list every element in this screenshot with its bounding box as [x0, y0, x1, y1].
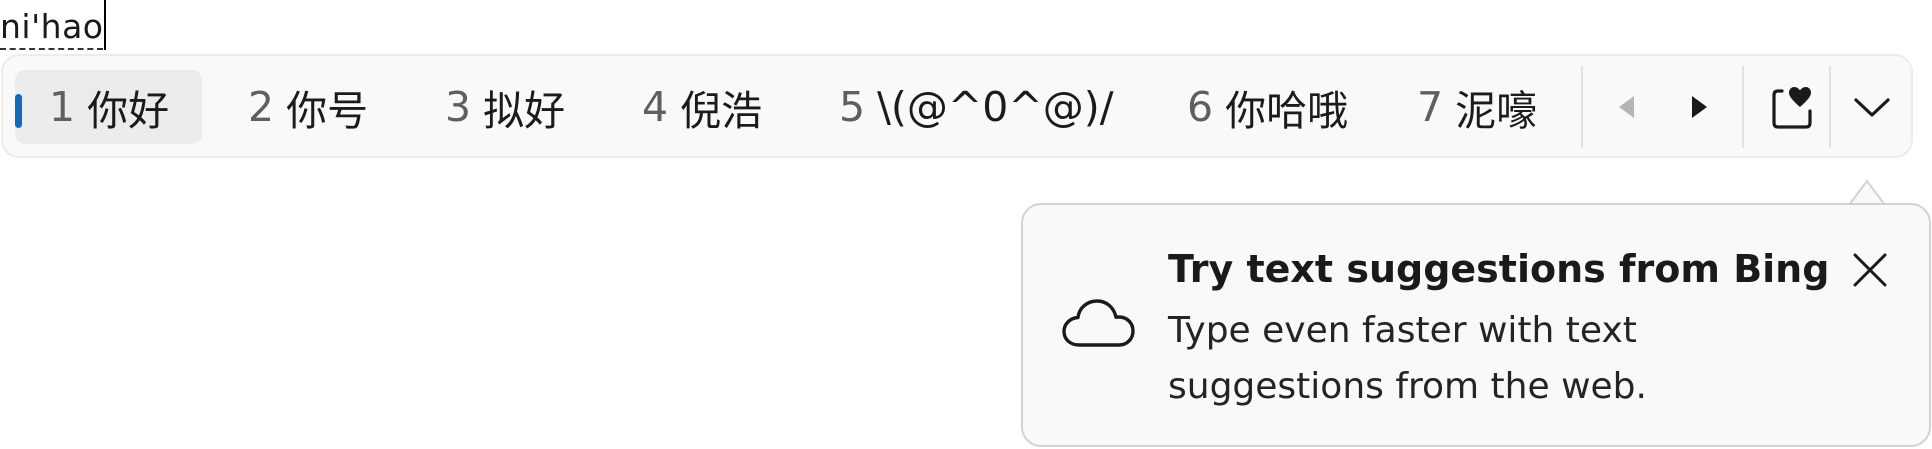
composition-string: ni'hao — [0, 0, 107, 50]
divider — [1742, 66, 1744, 148]
suggestion-flyout: Try text suggestions from Bing Type even… — [1021, 203, 1931, 447]
triangle-left-icon — [1619, 96, 1634, 118]
flyout-beak — [1849, 179, 1885, 205]
flyout-description: Type even faster with text suggestions f… — [1168, 310, 1647, 407]
candidate-number: 2 — [248, 83, 275, 131]
candidate-text: 拟好 — [483, 87, 566, 135]
divider — [1829, 66, 1831, 148]
candidate-number: 4 — [642, 83, 669, 131]
candidate-window: 1 你好 2 你号 3 拟好 4 倪浩 5 \(@^0^@)/ 6 你哈哦 7 … — [1, 54, 1913, 158]
flyout-title: Try text suggestions from Bing — [1168, 247, 1830, 291]
expand-button[interactable] — [1839, 70, 1905, 144]
candidate-text: 泥嚎 — [1455, 87, 1538, 135]
close-icon — [1853, 253, 1887, 287]
candidate-6[interactable]: 6 你哈哦 — [1153, 70, 1373, 144]
candidate-4[interactable]: 4 倪浩 — [608, 70, 793, 144]
candidate-5[interactable]: 5 \(@^0^@)/ — [805, 70, 1135, 144]
cloud-icon — [1062, 299, 1135, 347]
selection-indicator — [15, 94, 22, 128]
candidate-text: \(@^0^@)/ — [877, 83, 1114, 131]
candidate-3[interactable]: 3 拟好 — [411, 70, 596, 144]
candidate-text: 你哈哦 — [1225, 87, 1349, 135]
candidate-text: 你号 — [286, 87, 369, 135]
divider — [1581, 66, 1583, 148]
previous-page-button[interactable] — [1599, 70, 1655, 144]
next-page-button[interactable] — [1671, 70, 1727, 144]
chevron-down-icon — [1854, 98, 1890, 117]
candidate-text: 倪浩 — [680, 87, 763, 135]
candidate-number: 5 — [839, 83, 866, 131]
emoji-button[interactable] — [1755, 70, 1829, 144]
candidate-1[interactable]: 1 你好 — [15, 70, 202, 144]
composition-text: ni'hao — [0, 7, 104, 50]
candidate-number: 7 — [1417, 83, 1444, 131]
candidate-7[interactable]: 7 泥嚎 — [1383, 70, 1563, 144]
candidate-number: 3 — [445, 83, 472, 131]
text-caret — [104, 0, 107, 50]
close-button[interactable] — [1845, 245, 1895, 295]
heart-clipboard-icon — [1772, 87, 1812, 129]
candidate-text: 你好 — [87, 87, 170, 135]
candidate-number: 6 — [1187, 83, 1214, 131]
triangle-right-icon — [1692, 96, 1707, 118]
candidate-number: 1 — [49, 83, 76, 131]
candidate-2[interactable]: 2 你号 — [214, 70, 399, 144]
